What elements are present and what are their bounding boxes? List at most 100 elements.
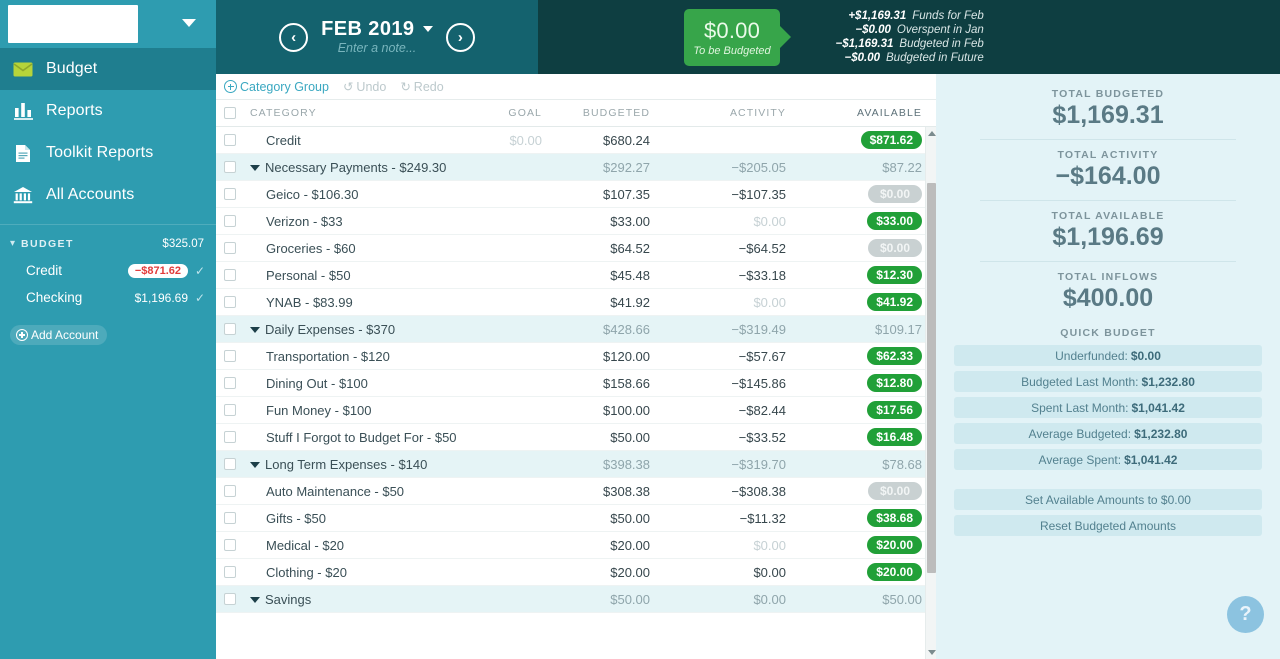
table-row[interactable]: Fun Money - $100 $100.00 −$82.44 $17.56 [216,397,936,424]
available-pill[interactable]: $0.00 [868,482,922,500]
quick-budget-button[interactable]: Spent Last Month: $1,041.42 [954,397,1262,418]
available-pill[interactable]: $17.56 [867,401,922,419]
activity-cell[interactable]: −$319.70 [668,457,804,472]
select-all-checkbox[interactable] [224,107,236,119]
sidebar-item-budget[interactable]: Budget [0,48,216,90]
category-group-row[interactable]: Long Term Expenses - $140 $398.38 −$319.70… [216,451,936,478]
category-cell[interactable]: Necessary Payments - $249.30 [244,160,466,175]
available-cell[interactable]: $20.00 [804,536,936,554]
category-cell[interactable]: YNAB - $83.99 [244,295,466,310]
available-pill[interactable]: $33.00 [867,212,922,230]
previous-month-button[interactable]: ‹ [279,22,309,52]
collapse-triangle-icon[interactable] [250,596,260,603]
sidebar-item-all-accounts[interactable]: All Accounts [0,174,216,216]
budgeted-cell[interactable]: $100.00 [548,403,668,418]
available-pill[interactable]: $38.68 [867,509,922,527]
category-cell[interactable]: Fun Money - $100 [244,403,466,418]
budgeted-cell[interactable]: $428.66 [548,322,668,337]
category-cell[interactable]: Long Term Expenses - $140 [244,457,466,472]
activity-cell[interactable]: −$107.35 [668,187,804,202]
row-checkbox[interactable] [224,242,236,254]
table-row[interactable]: Dining Out - $100 $158.66 −$145.86 $12.80 [216,370,936,397]
category-group-row[interactable]: Daily Expenses - $370 $428.66 −$319.49 $109… [216,316,936,343]
category-cell[interactable]: Transportation - $120 [244,349,466,364]
activity-cell[interactable]: −$64.52 [668,241,804,256]
chevron-down-icon[interactable]: ▾ [10,239,15,249]
available-pill[interactable]: $20.00 [867,536,922,554]
activity-cell[interactable]: $0.00 [668,214,804,229]
table-row[interactable]: Medical - $20 $20.00 $0.00 $20.00 [216,532,936,559]
add-account-button[interactable]: Add Account [10,325,108,345]
budgeted-cell[interactable]: $50.00 [548,430,668,445]
sidebar-item-reports[interactable]: Reports [0,90,216,132]
category-cell[interactable]: Personal - $50 [244,268,466,283]
available-cell[interactable]: $33.00 [804,212,936,230]
chevron-down-icon[interactable] [182,19,196,27]
category-cell[interactable]: Clothing - $20 [244,565,466,580]
collapse-triangle-icon[interactable] [250,164,260,171]
column-header-budgeted[interactable]: BUDGETED [548,107,668,119]
collapse-triangle-icon[interactable] [250,461,260,468]
category-cell[interactable]: Verizon - $33 [244,214,466,229]
budgeted-cell[interactable]: $680.24 [548,133,668,148]
goal-cell[interactable]: $0.00 [466,133,548,148]
undo-button[interactable]: ↺ Undo [343,79,386,95]
activity-cell[interactable]: $0.00 [668,538,804,553]
account-row[interactable]: Checking $1,196.69 ✓ [0,284,216,311]
budgeted-cell[interactable]: $50.00 [548,511,668,526]
table-row[interactable]: Geico - $106.30 $107.35 −$107.35 $0.00 [216,181,936,208]
budgeted-cell[interactable]: $398.38 [548,457,668,472]
row-checkbox[interactable] [224,431,236,443]
table-row[interactable]: Verizon - $33 $33.00 $0.00 $33.00 [216,208,936,235]
quick-budget-action-button[interactable]: Reset Budgeted Amounts [954,515,1262,536]
category-group-row[interactable]: Necessary Payments - $249.30 $292.27 −$205… [216,154,936,181]
available-cell[interactable]: $41.92 [804,293,936,311]
quick-budget-action-button[interactable]: Set Available Amounts to $0.00 [954,489,1262,510]
table-row[interactable]: YNAB - $83.99 $41.92 $0.00 $41.92 [216,289,936,316]
budgeted-cell[interactable]: $45.48 [548,268,668,283]
budgeted-cell[interactable]: $41.92 [548,295,668,310]
available-cell[interactable]: $109.17 [804,322,936,337]
row-checkbox[interactable] [224,512,236,524]
row-checkbox[interactable] [224,350,236,362]
budgeted-cell[interactable]: $107.35 [548,187,668,202]
available-cell[interactable]: $12.80 [804,374,936,392]
scroll-down-icon[interactable] [928,650,936,655]
budget-picker[interactable] [0,0,216,48]
category-cell[interactable]: Dining Out - $100 [244,376,466,391]
budgeted-cell[interactable]: $158.66 [548,376,668,391]
available-cell[interactable]: $38.68 [804,509,936,527]
row-checkbox[interactable] [224,485,236,497]
row-checkbox[interactable] [224,566,236,578]
account-group-header[interactable]: ▾ BUDGET $325.07 [0,231,216,257]
column-header-available[interactable]: AVAILABLE [804,107,936,119]
available-pill[interactable]: $12.80 [867,374,922,392]
column-header-activity[interactable]: ACTIVITY [668,107,804,119]
budgeted-cell[interactable]: $308.38 [548,484,668,499]
available-cell[interactable]: $0.00 [804,482,936,500]
activity-cell[interactable]: −$33.52 [668,430,804,445]
chevron-down-icon[interactable] [422,25,433,32]
available-pill[interactable]: $12.30 [867,266,922,284]
row-checkbox[interactable] [224,161,236,173]
activity-cell[interactable]: $0.00 [668,295,804,310]
row-checkbox[interactable] [224,188,236,200]
category-cell[interactable]: Savings [244,592,466,607]
quick-budget-button[interactable]: Underfunded: $0.00 [954,345,1262,366]
budgeted-cell[interactable]: $292.27 [548,160,668,175]
redo-button[interactable]: ↻ Redo [400,79,443,95]
available-cell[interactable]: $16.48 [804,428,936,446]
category-cell[interactable]: Groceries - $60 [244,241,466,256]
category-group-row[interactable]: Savings $50.00 $0.00 $50.00 [216,586,936,613]
quick-budget-button[interactable]: Average Budgeted: $1,232.80 [954,423,1262,444]
available-pill[interactable]: $0.00 [868,185,922,203]
row-checkbox[interactable] [224,593,236,605]
table-row[interactable]: Credit $0.00 $680.24 $871.62 [216,127,936,154]
available-cell[interactable]: $0.00 [804,239,936,257]
collapse-triangle-icon[interactable] [250,326,260,333]
activity-cell[interactable]: −$33.18 [668,268,804,283]
row-checkbox[interactable] [224,296,236,308]
table-row[interactable]: Gifts - $50 $50.00 −$11.32 $38.68 [216,505,936,532]
available-pill[interactable]: $62.33 [867,347,922,365]
quick-budget-button[interactable]: Average Spent: $1,041.42 [954,449,1262,470]
